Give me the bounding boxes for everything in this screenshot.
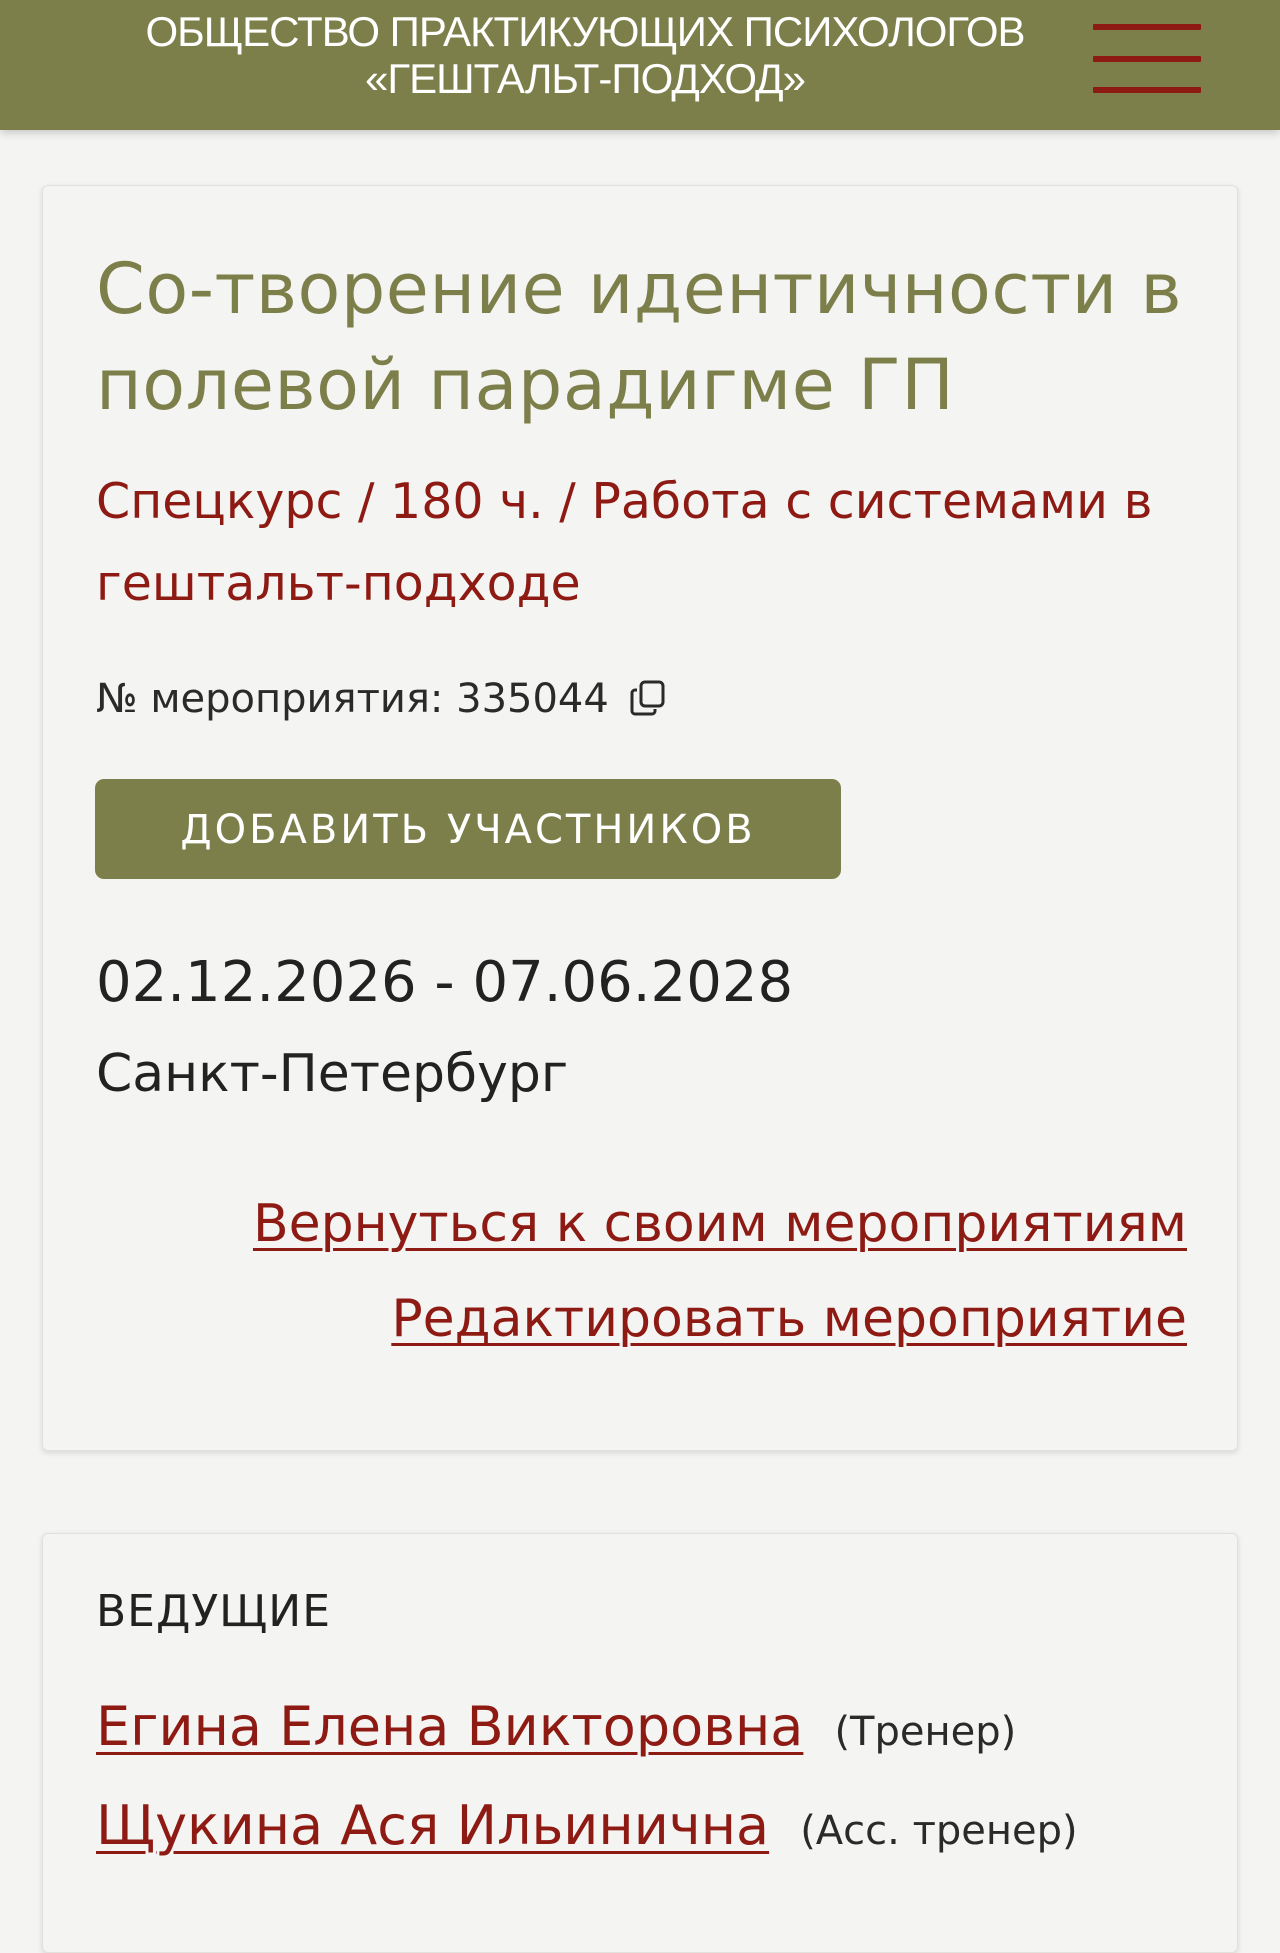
event-title: Со-творение идентичности в полевой парад… — [96, 248, 1183, 426]
host-role: (Тренер) — [834, 1709, 1017, 1755]
host-name-link[interactable]: Щукина Ася Ильинична — [96, 1794, 769, 1857]
site-title-line2: «ГЕШТАЛЬТ-ПОДХОД» — [365, 55, 806, 102]
hosts-heading: ВЕДУЩИЕ — [96, 1586, 332, 1637]
event-number-label: № мероприятия: — [96, 676, 444, 722]
event-number: № мероприятия: 335044 — [96, 671, 668, 727]
site-title-line1: ОБЩЕСТВО ПРАКТИКУЮЩИХ ПСИХОЛОГОВ — [145, 8, 1026, 55]
event-number-value: 335044 — [456, 676, 609, 722]
event-city: Санкт-Петербург — [96, 1044, 569, 1104]
event-subtitle: Спецкурс / 180 ч. / Работа с системами в… — [96, 473, 1153, 612]
host-name-link[interactable]: Егина Елена Викторовна — [96, 1695, 803, 1758]
copy-icon-graphic — [630, 680, 665, 716]
edit-event-link[interactable]: Редактировать мероприятие — [391, 1284, 1187, 1354]
back-to-my-events-link[interactable]: Вернуться к своим мероприятиям — [253, 1189, 1187, 1259]
add-participants-button[interactable]: ДОБАВИТЬ УЧАСТНИКОВ — [95, 779, 841, 879]
hamburger-menu-icon[interactable] — [1093, 24, 1201, 94]
hamburger-bar — [1093, 24, 1201, 30]
copy-icon[interactable] — [628, 677, 668, 717]
event-dates: 02.12.2026 - 07.06.2028 — [96, 950, 794, 1015]
site-title[interactable]: ОБЩЕСТВО ПРАКТИКУЮЩИХ ПСИХОЛОГОВ «ГЕШТАЛ… — [60, 8, 1110, 102]
hamburger-bar — [1093, 56, 1201, 62]
hosts-card: ВЕДУЩИЕ Егина Елена Викторовна (Тренер) … — [42, 1533, 1238, 1953]
site-header: ОБЩЕСТВО ПРАКТИКУЮЩИХ ПСИХОЛОГОВ «ГЕШТАЛ… — [0, 0, 1280, 130]
hamburger-bar — [1093, 87, 1201, 93]
event-card: Со-творение идентичности в полевой парад… — [42, 185, 1238, 1451]
host-role: (Асс. тренер) — [800, 1808, 1078, 1854]
host-item: Егина Елена Викторовна (Тренер) — [96, 1687, 1016, 1767]
host-item: Щукина Ася Ильинична (Асс. тренер) — [96, 1786, 1078, 1866]
